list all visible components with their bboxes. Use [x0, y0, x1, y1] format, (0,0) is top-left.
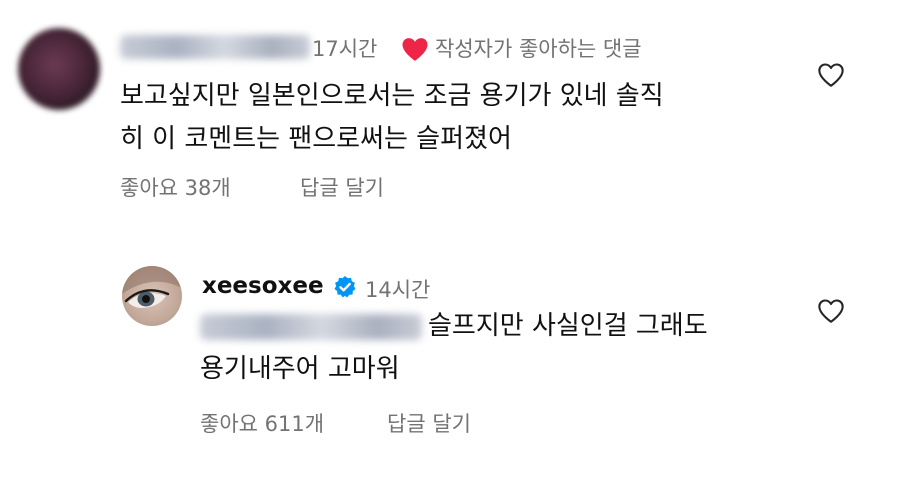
comment-text-line-1: 보고싶지만 일본인으로서는 조금 용기가 있네 솔직	[120, 81, 664, 111]
comment-reply-button[interactable]: 답글 달기	[300, 172, 384, 202]
reply-author-avatar[interactable]	[122, 266, 182, 326]
liked-by-author-label: 작성자가 좋아하는 댓글	[435, 37, 642, 61]
reply-text-line-2: 용기내주어 고마워	[200, 354, 400, 384]
comment-text: 보고싶지만 일본인으로서는 조금 용기가 있네 솔직 히 이 코멘트는 팬으로써…	[120, 75, 780, 161]
reply-reply-button[interactable]: 답글 달기	[387, 408, 471, 438]
comment-like-heart-icon[interactable]	[817, 62, 845, 88]
avatar-eye-graphic	[122, 266, 182, 308]
reply-mention-blurred[interactable]	[200, 314, 422, 340]
reply-like-heart-icon[interactable]	[817, 298, 845, 324]
commenter-avatar[interactable]	[18, 28, 100, 110]
verified-badge-icon	[334, 276, 356, 298]
reply-timestamp: 14시간	[365, 278, 431, 302]
comment-timestamp: 17시간	[312, 37, 378, 61]
commenter-username-blurred[interactable]	[120, 35, 310, 59]
comment-like-count[interactable]: 좋아요 38개	[120, 172, 231, 202]
liked-heart-icon	[402, 38, 428, 61]
reply-text-line-1: 슬프지만 사실인걸 그래도	[428, 311, 708, 341]
reply-like-count[interactable]: 좋아요 611개	[200, 408, 324, 438]
comment-text-line-2: 히 이 코멘트는 팬으로써는 슬퍼졌어	[120, 124, 512, 154]
reply-author-username[interactable]: xeesoxee	[202, 273, 324, 299]
